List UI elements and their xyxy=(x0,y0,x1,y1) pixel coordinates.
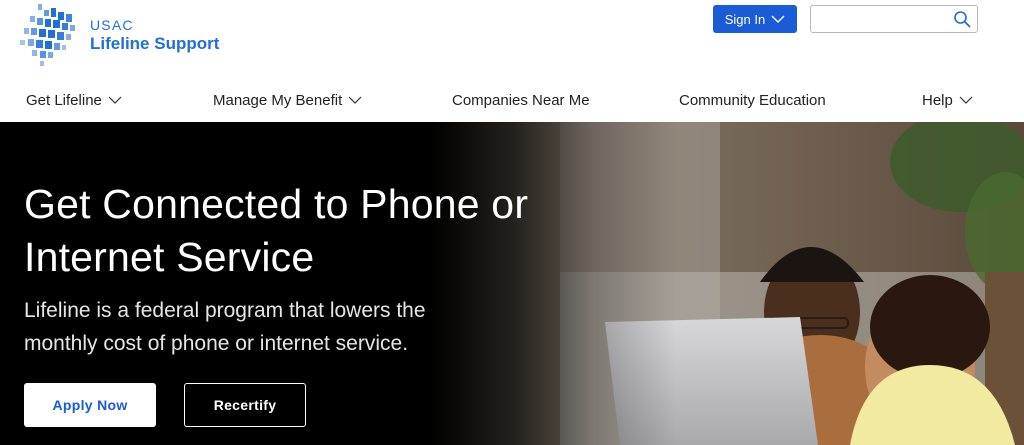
nav-item-label: Manage My Benefit xyxy=(213,92,343,109)
logo-org: USAC xyxy=(90,17,134,33)
nav-item-label: Companies Near Me xyxy=(452,92,590,109)
nav-item-label: Get Lifeline xyxy=(26,92,102,109)
sign-in-label: Sign In xyxy=(724,11,766,27)
search-icon[interactable] xyxy=(953,10,971,28)
nav-item-help[interactable]: Help xyxy=(922,92,973,109)
search-input[interactable] xyxy=(811,6,951,32)
search-box xyxy=(810,5,978,33)
nav-item-get-lifeline[interactable]: Get Lifeline xyxy=(26,92,122,109)
apply-now-button[interactable]: Apply Now xyxy=(24,383,156,427)
hero-subtitle: Lifeline is a federal program that lower… xyxy=(24,299,426,355)
nav-item-manage-my-benefit[interactable]: Manage My Benefit xyxy=(213,92,362,109)
chevron-down-icon xyxy=(348,96,362,104)
logo-text: USAC Lifeline Support xyxy=(90,17,219,55)
nav-item-label: Help xyxy=(922,92,953,109)
nav-item-community-education[interactable]: Community Education xyxy=(679,92,826,109)
site-logo[interactable]: USAC Lifeline Support xyxy=(20,4,240,72)
usac-logo-icon xyxy=(20,4,75,66)
nav-item-companies-near-me[interactable]: Companies Near Me xyxy=(452,92,590,109)
chevron-down-icon xyxy=(771,15,785,23)
recertify-button[interactable]: Recertify xyxy=(184,383,306,427)
sign-in-button[interactable]: Sign In xyxy=(713,5,797,33)
chevron-down-icon xyxy=(959,96,973,104)
nav-item-label: Community Education xyxy=(679,92,826,109)
hero-banner: Get Connected to Phone or Internet Servi… xyxy=(0,122,1024,445)
main-nav: Get Lifeline Manage My Benefit Companies… xyxy=(0,80,1024,122)
hero-title: Get Connected to Phone or Internet Servi… xyxy=(24,181,529,280)
chevron-down-icon xyxy=(108,96,122,104)
logo-name: Lifeline Support xyxy=(90,34,220,53)
site-header: USAC Lifeline Support Sign In xyxy=(0,0,1024,80)
